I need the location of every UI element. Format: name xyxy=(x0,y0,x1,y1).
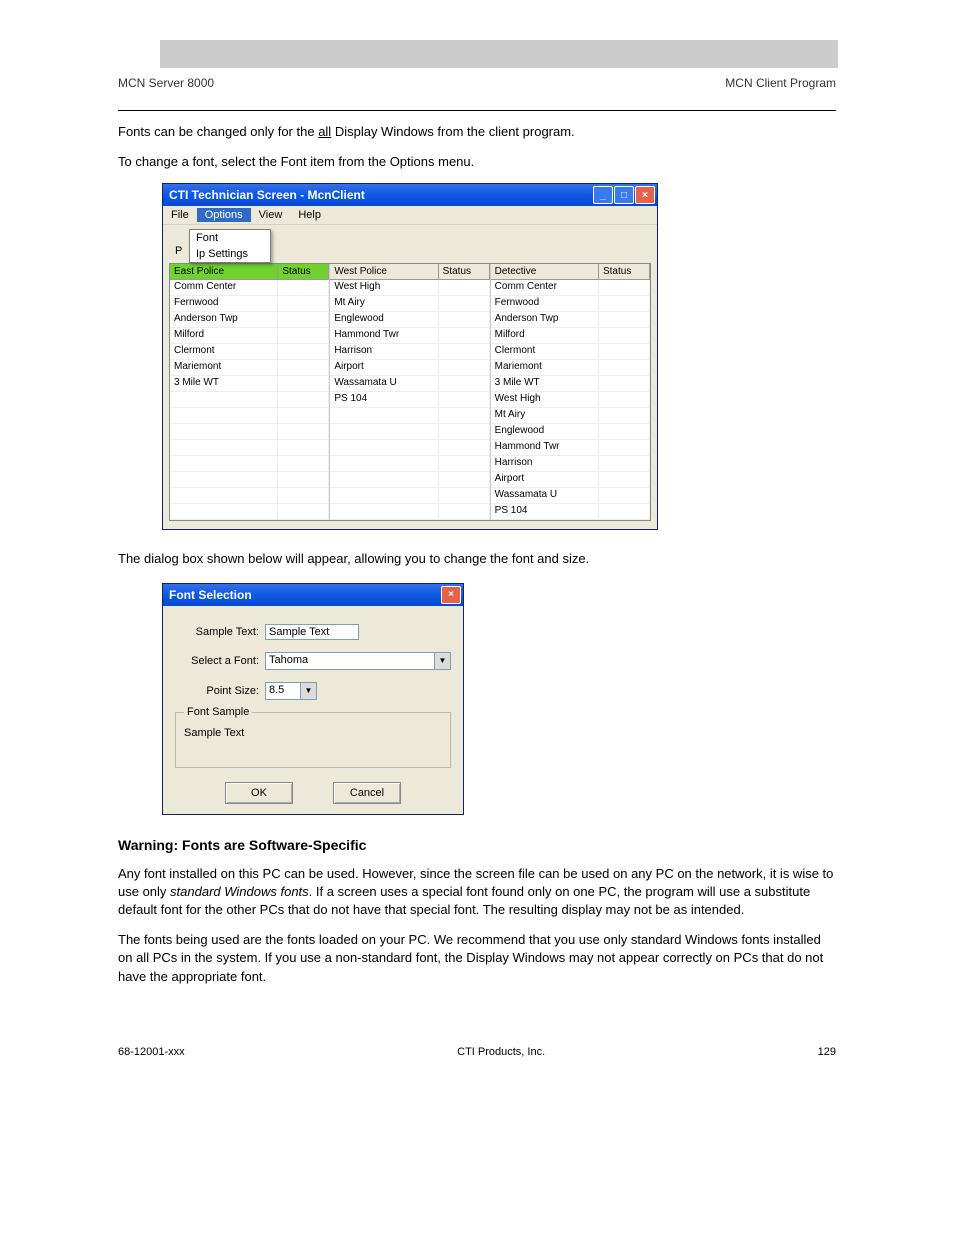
table-row: West High xyxy=(491,392,650,408)
label-point-size: Point Size: xyxy=(175,685,265,697)
table-row: PS 104 xyxy=(491,504,650,520)
maximize-button[interactable]: □ xyxy=(614,186,634,204)
ok-button[interactable]: OK xyxy=(225,782,293,804)
cancel-button[interactable]: Cancel xyxy=(333,782,401,804)
table-row xyxy=(170,456,329,472)
warning-p2: The fonts being used are the fonts loade… xyxy=(118,931,836,986)
table-row: Mt Airy xyxy=(330,296,489,312)
table-row xyxy=(170,392,329,408)
table-row: Fernwood xyxy=(491,296,650,312)
table-row xyxy=(170,504,329,520)
mid-text: The dialog box shown below will appear, … xyxy=(118,550,836,568)
table-row: Milford xyxy=(491,328,650,344)
top-gray-bar xyxy=(160,40,838,68)
header-rule xyxy=(118,110,836,111)
table-row xyxy=(330,440,489,456)
column-header[interactable]: East Police xyxy=(170,264,278,280)
menu-options[interactable]: Options xyxy=(197,208,251,222)
menubar: File Options View Help xyxy=(163,206,657,225)
page-header-left: MCN Server 8000 xyxy=(118,76,214,90)
status-header[interactable]: Status xyxy=(439,264,490,280)
footer-left: 68-12001-xxx xyxy=(118,1046,185,1058)
table-row: Hammond Twr xyxy=(330,328,489,344)
table-row xyxy=(170,424,329,440)
table-row: PS 104 xyxy=(330,392,489,408)
toolbar-p: P xyxy=(175,245,182,257)
table-row: Englewood xyxy=(491,424,650,440)
table-row xyxy=(330,488,489,504)
table-row: Harrison xyxy=(491,456,650,472)
table-row xyxy=(170,408,329,424)
table-row xyxy=(330,408,489,424)
table-row: Clermont xyxy=(170,344,329,360)
table-row: Airport xyxy=(491,472,650,488)
footer-center: CTI Products, Inc. xyxy=(457,1046,545,1058)
dropdown-ip-settings[interactable]: Ip Settings xyxy=(190,246,270,262)
menu-view[interactable]: View xyxy=(251,208,291,222)
close-button[interactable]: × xyxy=(635,186,655,204)
minimize-button[interactable]: _ xyxy=(593,186,613,204)
table-row: Comm Center xyxy=(170,280,329,296)
table-row xyxy=(170,472,329,488)
table-row: Comm Center xyxy=(491,280,650,296)
font-window-title: Font Selection xyxy=(169,588,252,602)
menu-help[interactable]: Help xyxy=(290,208,329,222)
label-select-font: Select a Font: xyxy=(175,655,265,667)
table-row: Fernwood xyxy=(170,296,329,312)
table-row: 3 Mile WT xyxy=(491,376,650,392)
table-row xyxy=(330,504,489,520)
menu-file[interactable]: File xyxy=(163,208,197,222)
font-sample-text: Sample Text xyxy=(184,727,442,739)
table-row: Wassamata U xyxy=(330,376,489,392)
table-row: 3 Mile WT xyxy=(170,376,329,392)
status-header[interactable]: Status xyxy=(278,264,329,280)
table-row: Mariemont xyxy=(491,360,650,376)
table-row: Anderson Twp xyxy=(491,312,650,328)
table-row: Anderson Twp xyxy=(170,312,329,328)
table-row: Clermont xyxy=(491,344,650,360)
table-row xyxy=(330,456,489,472)
table-row: Englewood xyxy=(330,312,489,328)
window-title: CTI Technician Screen - McnClient xyxy=(169,188,365,202)
font-selection-window: Font Selection × Sample Text: Select a F… xyxy=(162,583,464,815)
column-header[interactable]: West Police xyxy=(330,264,438,280)
table-row xyxy=(330,472,489,488)
font-close-button[interactable]: × xyxy=(441,586,461,604)
table-row: Harrison xyxy=(330,344,489,360)
titlebar: CTI Technician Screen - McnClient _ □ × xyxy=(163,184,657,206)
table-row: Mariemont xyxy=(170,360,329,376)
font-sample-groupbox: Font Sample Sample Text xyxy=(175,712,451,768)
warning-heading: Warning: Fonts are Software-Specific xyxy=(118,837,836,853)
mcnclient-window: CTI Technician Screen - McnClient _ □ × … xyxy=(162,183,658,530)
table-row: Milford xyxy=(170,328,329,344)
label-sample-text: Sample Text: xyxy=(175,626,265,638)
table-row: West High xyxy=(330,280,489,296)
groupbox-title: Font Sample xyxy=(184,706,252,718)
warning-p1: Any font installed on this PC can be use… xyxy=(118,865,836,920)
table-row: Hammond Twr xyxy=(491,440,650,456)
table-row xyxy=(170,440,329,456)
chevron-down-icon[interactable]: ▼ xyxy=(300,683,316,699)
table-row xyxy=(330,424,489,440)
font-combo[interactable]: Tahoma ▼ xyxy=(265,652,451,670)
size-combo[interactable]: 8.5 ▼ xyxy=(265,682,317,700)
status-header[interactable]: Status xyxy=(599,264,650,280)
options-dropdown: Font Ip Settings xyxy=(189,229,271,263)
column-header[interactable]: Detective xyxy=(491,264,599,280)
intro-paragraph-1: Fonts can be changed only for the all Di… xyxy=(118,123,836,141)
page-header-right: MCN Client Program xyxy=(725,76,836,90)
table-row: Airport xyxy=(330,360,489,376)
channel-grid: East PoliceStatusComm CenterFernwoodAnde… xyxy=(169,263,651,521)
intro-paragraph-2: To change a font, select the Font item f… xyxy=(118,153,836,171)
footer-right: 129 xyxy=(818,1046,836,1058)
table-row: Wassamata U xyxy=(491,488,650,504)
sample-text-input[interactable] xyxy=(265,624,359,640)
chevron-down-icon[interactable]: ▼ xyxy=(434,653,450,669)
table-row xyxy=(170,488,329,504)
table-row: Mt Airy xyxy=(491,408,650,424)
dropdown-font[interactable]: Font xyxy=(190,230,270,246)
